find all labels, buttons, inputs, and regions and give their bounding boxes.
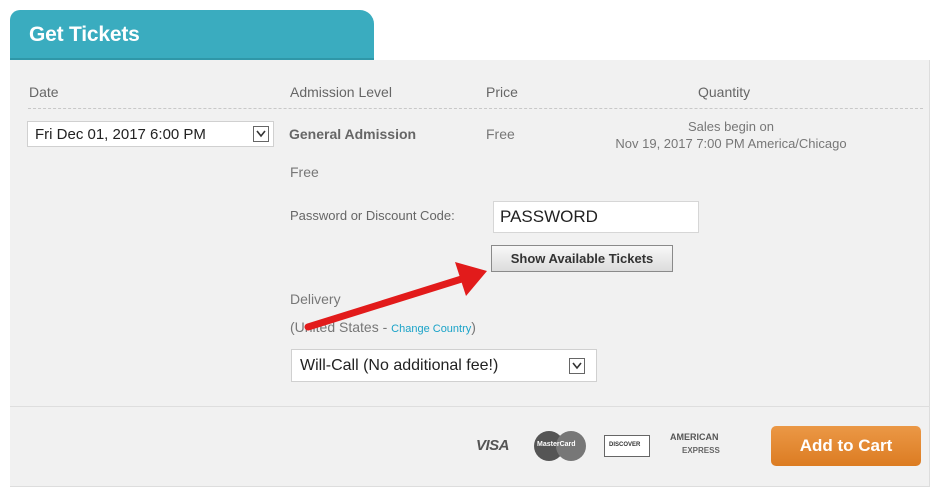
discover-logo: DISCOVER (604, 435, 650, 457)
show-available-tickets-button[interactable]: Show Available Tickets (491, 245, 673, 272)
ticket-price: Free (486, 126, 515, 142)
discount-code-input[interactable]: PASSWORD (493, 201, 699, 233)
mastercard-logo: MasterCard (534, 431, 586, 461)
delivery-select-value: Will-Call (No additional fee!) (300, 357, 499, 374)
chevron-down-icon[interactable] (253, 126, 269, 142)
header-divider (28, 108, 923, 109)
header-price: Price (486, 84, 518, 100)
delivery-country: (United States - Change Country) (290, 319, 476, 335)
sales-begin-label: Sales begin on (687, 119, 774, 134)
admission-level-name: General Admission (289, 126, 417, 142)
delivery-label: Delivery (290, 291, 341, 307)
header-date: Date (29, 84, 59, 100)
tickets-panel: Date Admission Level Price Quantity Fri … (10, 60, 930, 487)
chevron-down-icon[interactable] (569, 358, 585, 374)
change-country-link[interactable]: Change Country (391, 323, 471, 335)
delivery-select[interactable]: Will-Call (No additional fee!) (291, 349, 597, 382)
visa-logo: VISA (476, 437, 510, 454)
header-quantity: Quantity (698, 84, 751, 100)
admission-price-note: Free (290, 164, 319, 180)
add-to-cart-button[interactable]: Add to Cart (771, 426, 921, 466)
sales-begin-date: Nov 19, 2017 7:00 PM America/Chicago (615, 136, 847, 151)
discount-code-label: Password or Discount Code: (290, 208, 455, 223)
tab-title: Get Tickets (29, 23, 140, 46)
footer-divider (10, 406, 930, 407)
date-select[interactable]: Fri Dec 01, 2017 6:00 PM (27, 121, 274, 147)
country-suffix: ) (471, 319, 476, 335)
header-admission-level: Admission Level (290, 84, 392, 100)
get-tickets-tab: Get Tickets (10, 10, 374, 60)
country-prefix: (United States - (290, 319, 392, 335)
amex-logo-line2: EXPRESS (682, 446, 720, 455)
amex-logo-line1: AMERICAN (670, 432, 719, 442)
date-select-value: Fri Dec 01, 2017 6:00 PM (35, 126, 206, 143)
